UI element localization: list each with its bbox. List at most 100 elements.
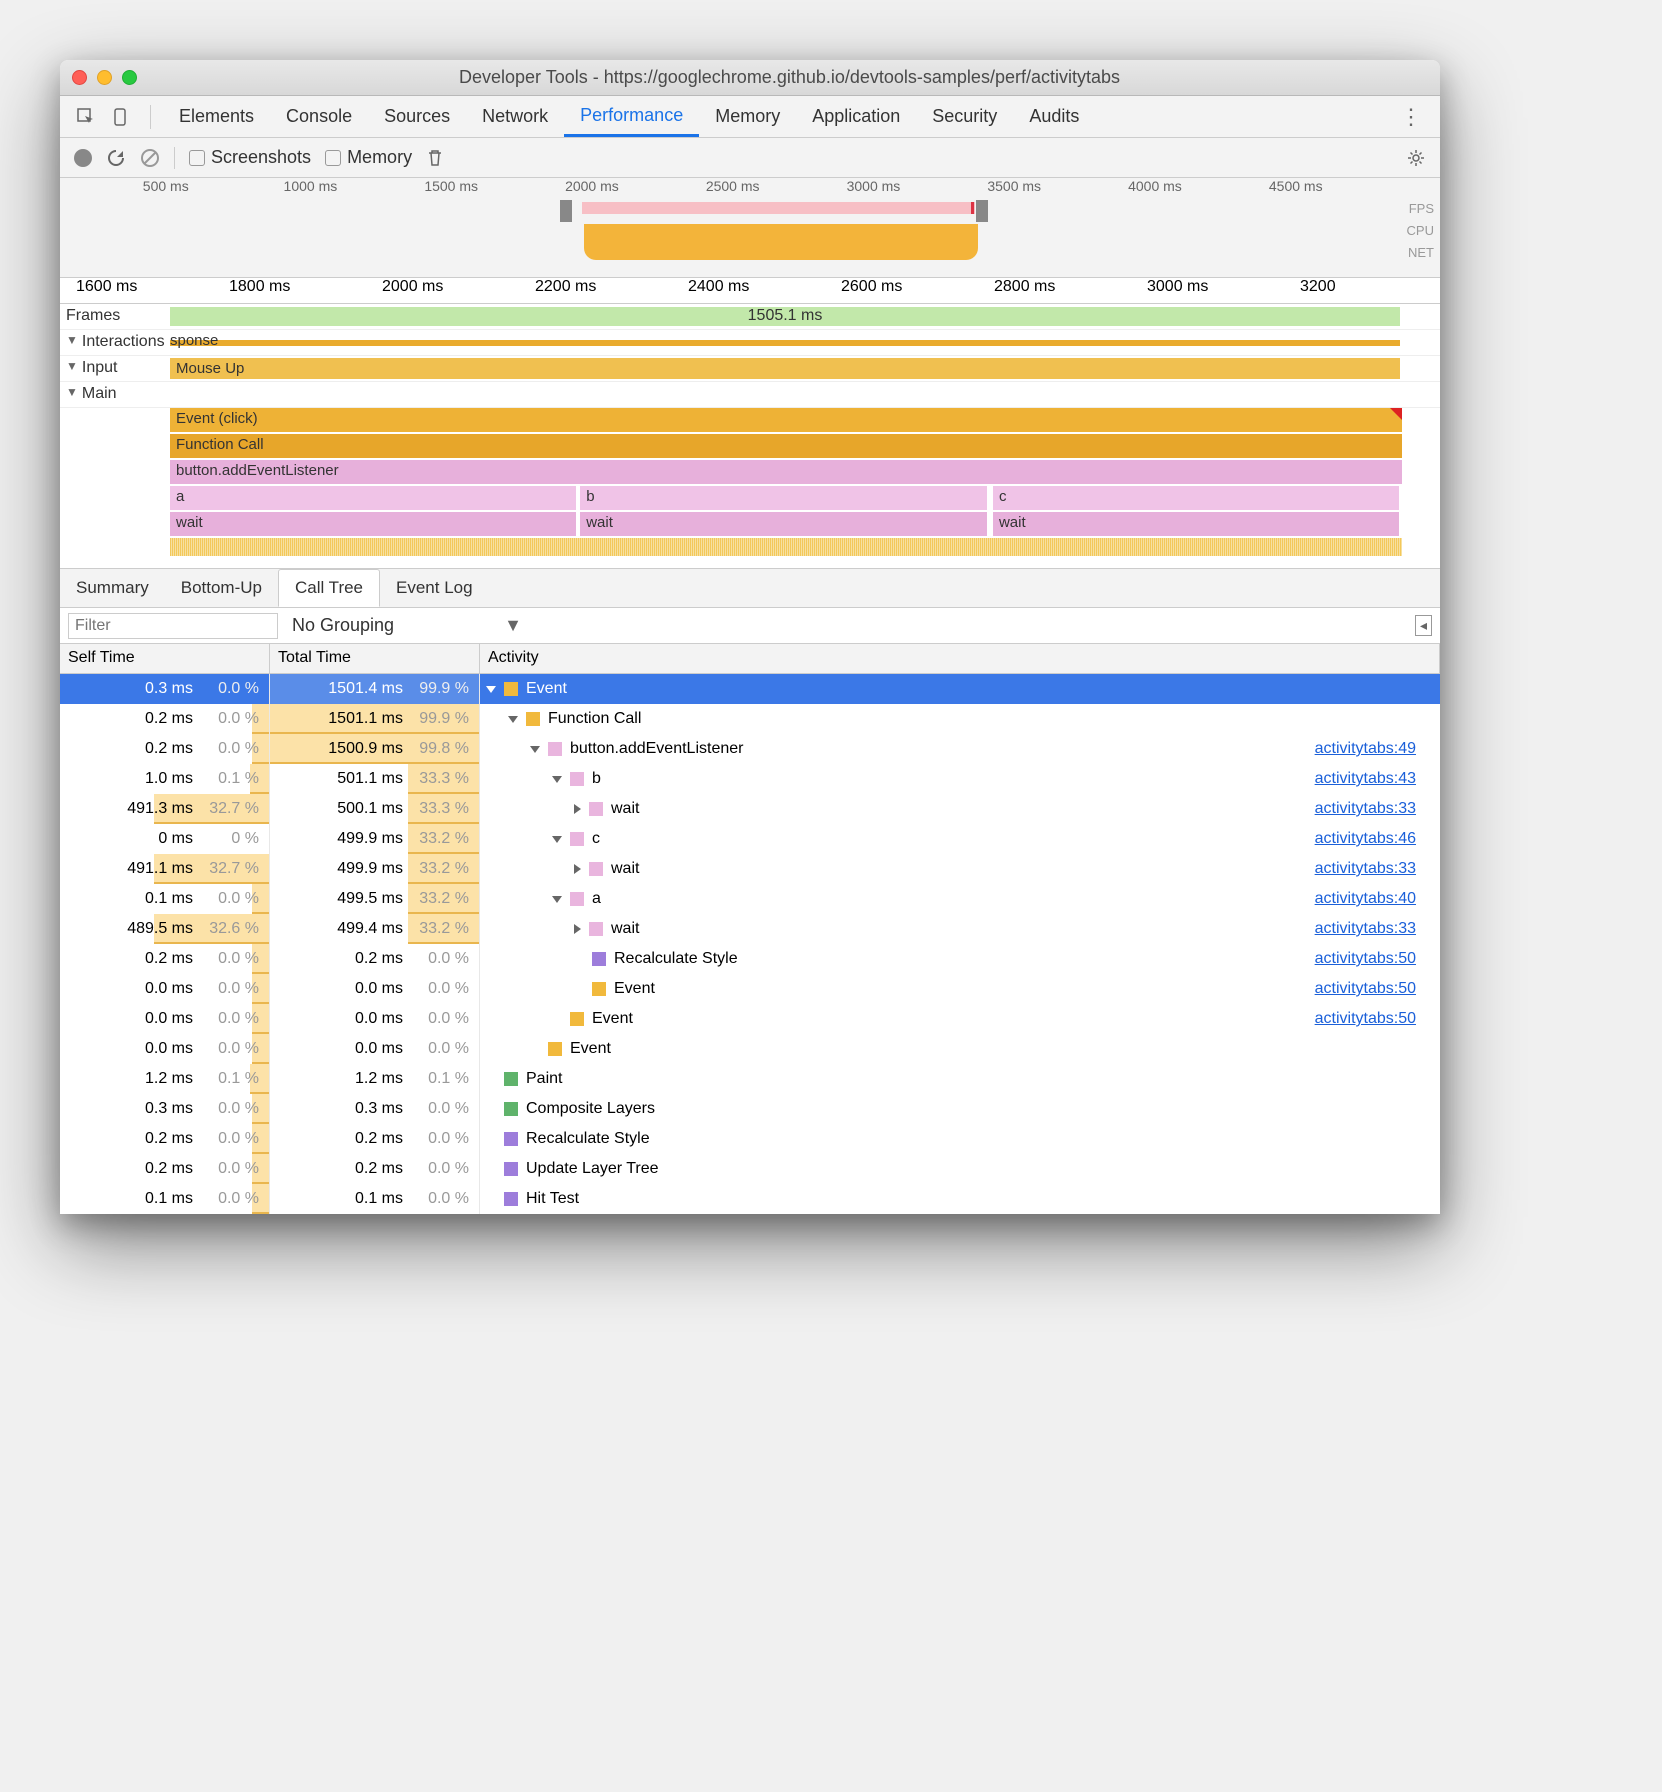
tree-row[interactable]: 0.0 ms0.0 %0.0 ms0.0 %Event [60, 1034, 1440, 1064]
flame-chart[interactable]: Event (click) Function Call button.addEv… [170, 408, 1440, 568]
window-title: Developer Tools - https://googlechrome.g… [151, 67, 1428, 88]
tree-row[interactable]: 0.2 ms0.0 %0.2 ms0.0 %Recalculate Stylea… [60, 944, 1440, 974]
col-activity[interactable]: Activity [480, 644, 1440, 673]
overview-tick: 3500 ms [987, 178, 1041, 194]
perf-toolbar: Screenshots Memory [60, 138, 1440, 178]
tree-row[interactable]: 0.3 ms0.0 %0.3 ms0.0 %Composite Layers [60, 1094, 1440, 1124]
device-icon[interactable] [112, 107, 132, 127]
overview-tick: 2000 ms [565, 178, 619, 194]
tree-row[interactable]: 0.3 ms0.0 %1501.4 ms99.9 %Event [60, 674, 1440, 704]
source-link[interactable]: activitytabs:50 [1315, 950, 1416, 968]
trash-icon[interactable] [426, 149, 444, 167]
overview-tick: 500 ms [143, 178, 189, 194]
activity-name: Paint [526, 1070, 562, 1088]
pink-activity-icon [589, 862, 603, 876]
range-handle-right[interactable] [976, 200, 988, 222]
zoom-icon[interactable] [122, 70, 137, 85]
tab-memory[interactable]: Memory [699, 96, 796, 137]
tab-sources[interactable]: Sources [368, 96, 466, 137]
detail-tab-bottom-up[interactable]: Bottom-Up [165, 570, 278, 606]
pink-activity-icon [570, 772, 584, 786]
col-self-time[interactable]: Self Time [60, 644, 270, 673]
range-handle-left[interactable] [560, 200, 572, 222]
tree-row[interactable]: 0 ms0 %499.9 ms33.2 %cactivitytabs:46 [60, 824, 1440, 854]
source-link[interactable]: activitytabs:40 [1315, 890, 1416, 908]
activity-name: c [592, 830, 600, 848]
tab-performance[interactable]: Performance [564, 96, 699, 137]
tab-security[interactable]: Security [916, 96, 1013, 137]
pink-activity-icon [589, 922, 603, 936]
tree-row[interactable]: 0.0 ms0.0 %0.0 ms0.0 %Eventactivitytabs:… [60, 1004, 1440, 1034]
tree-row[interactable]: 491.1 ms32.7 %499.9 ms33.2 %waitactivity… [60, 854, 1440, 884]
record-button[interactable] [74, 149, 92, 167]
tree-row[interactable]: 491.3 ms32.7 %500.1 ms33.3 %waitactivity… [60, 794, 1440, 824]
input-track-label[interactable]: ▼Input [60, 356, 170, 381]
call-tree-body: 0.3 ms0.0 %1501.4 ms99.9 %Event0.2 ms0.0… [60, 674, 1440, 1214]
source-link[interactable]: activitytabs:33 [1315, 800, 1416, 818]
tree-row[interactable]: 0.1 ms0.0 %499.5 ms33.2 %aactivitytabs:4… [60, 884, 1440, 914]
source-link[interactable]: activitytabs:46 [1315, 830, 1416, 848]
tree-row[interactable]: 489.5 ms32.6 %499.4 ms33.2 %waitactivity… [60, 914, 1440, 944]
tab-audits[interactable]: Audits [1013, 96, 1095, 137]
settings-icon[interactable] [1406, 148, 1426, 168]
pink-activity-icon [570, 892, 584, 906]
timeline-tick: 2000 ms [382, 278, 443, 296]
tree-row[interactable]: 0.0 ms0.0 %0.0 ms0.0 %Eventactivitytabs:… [60, 974, 1440, 1004]
reload-icon[interactable] [106, 148, 126, 168]
tree-row[interactable]: 0.2 ms0.0 %0.2 ms0.0 %Recalculate Style [60, 1124, 1440, 1154]
yellow-activity-icon [570, 1012, 584, 1026]
main-track-label[interactable]: ▼Main [60, 382, 170, 407]
green-activity-icon [504, 1102, 518, 1116]
source-link[interactable]: activitytabs:33 [1315, 860, 1416, 878]
source-link[interactable]: activitytabs:50 [1315, 980, 1416, 998]
traffic-lights [72, 70, 137, 85]
activity-name: a [592, 890, 601, 908]
detail-tabs: SummaryBottom-UpCall TreeEvent Log [60, 568, 1440, 608]
source-link[interactable]: activitytabs:49 [1315, 740, 1416, 758]
screenshots-checkbox[interactable]: Screenshots [189, 147, 311, 168]
activity-name: Update Layer Tree [526, 1160, 659, 1178]
show-heaviest-icon[interactable]: ◂ [1415, 615, 1432, 636]
minimize-icon[interactable] [97, 70, 112, 85]
tab-elements[interactable]: Elements [163, 96, 270, 137]
overview-tick: 3000 ms [847, 178, 901, 194]
col-total-time[interactable]: Total Time [270, 644, 480, 673]
source-link[interactable]: activitytabs:43 [1315, 770, 1416, 788]
tree-row[interactable]: 0.2 ms0.0 %1501.1 ms99.9 %Function Call [60, 704, 1440, 734]
frame-bar[interactable]: 1505.1 ms [170, 307, 1400, 326]
tree-row[interactable]: 0.1 ms0.0 %0.1 ms0.0 %Hit Test [60, 1184, 1440, 1214]
tab-network[interactable]: Network [466, 96, 564, 137]
filter-input[interactable] [68, 613, 278, 639]
yellow-activity-icon [592, 982, 606, 996]
clear-icon[interactable] [140, 148, 160, 168]
overview-chart[interactable]: 500 ms1000 ms1500 ms2000 ms2500 ms3000 m… [60, 178, 1440, 278]
screenshots-label: Screenshots [211, 147, 311, 168]
detail-tab-event-log[interactable]: Event Log [380, 570, 489, 606]
yellow-activity-icon [526, 712, 540, 726]
close-icon[interactable] [72, 70, 87, 85]
tab-console[interactable]: Console [270, 96, 368, 137]
tree-row[interactable]: 0.2 ms0.0 %1500.9 ms99.8 %button.addEven… [60, 734, 1440, 764]
tree-row[interactable]: 0.2 ms0.0 %0.2 ms0.0 %Update Layer Tree [60, 1154, 1440, 1184]
tab-application[interactable]: Application [796, 96, 916, 137]
overview-tick: 2500 ms [706, 178, 760, 194]
more-icon[interactable]: ⋮ [1392, 104, 1430, 130]
memory-label: Memory [347, 147, 412, 168]
pink-activity-icon [589, 802, 603, 816]
green-activity-icon [504, 1072, 518, 1086]
source-link[interactable]: activitytabs:33 [1315, 920, 1416, 938]
tree-row[interactable]: 1.2 ms0.1 %1.2 ms0.1 %Paint [60, 1064, 1440, 1094]
detail-tab-summary[interactable]: Summary [60, 570, 165, 606]
grouping-select[interactable]: No Grouping▼ [292, 615, 522, 636]
activity-name: Function Call [548, 710, 641, 728]
overview-tick: 4000 ms [1128, 178, 1182, 194]
source-link[interactable]: activitytabs:50 [1315, 1010, 1416, 1028]
timeline[interactable]: 1600 ms1800 ms2000 ms2200 ms2400 ms2600 … [60, 278, 1440, 568]
detail-tab-call-tree[interactable]: Call Tree [278, 569, 380, 607]
inspect-icon[interactable] [76, 107, 96, 127]
tree-row[interactable]: 1.0 ms0.1 %501.1 ms33.3 %bactivitytabs:4… [60, 764, 1440, 794]
activity-name: wait [611, 860, 639, 878]
pink-activity-icon [570, 832, 584, 846]
interactions-track-label[interactable]: ▼Interactions [60, 330, 170, 355]
memory-checkbox[interactable]: Memory [325, 147, 412, 168]
